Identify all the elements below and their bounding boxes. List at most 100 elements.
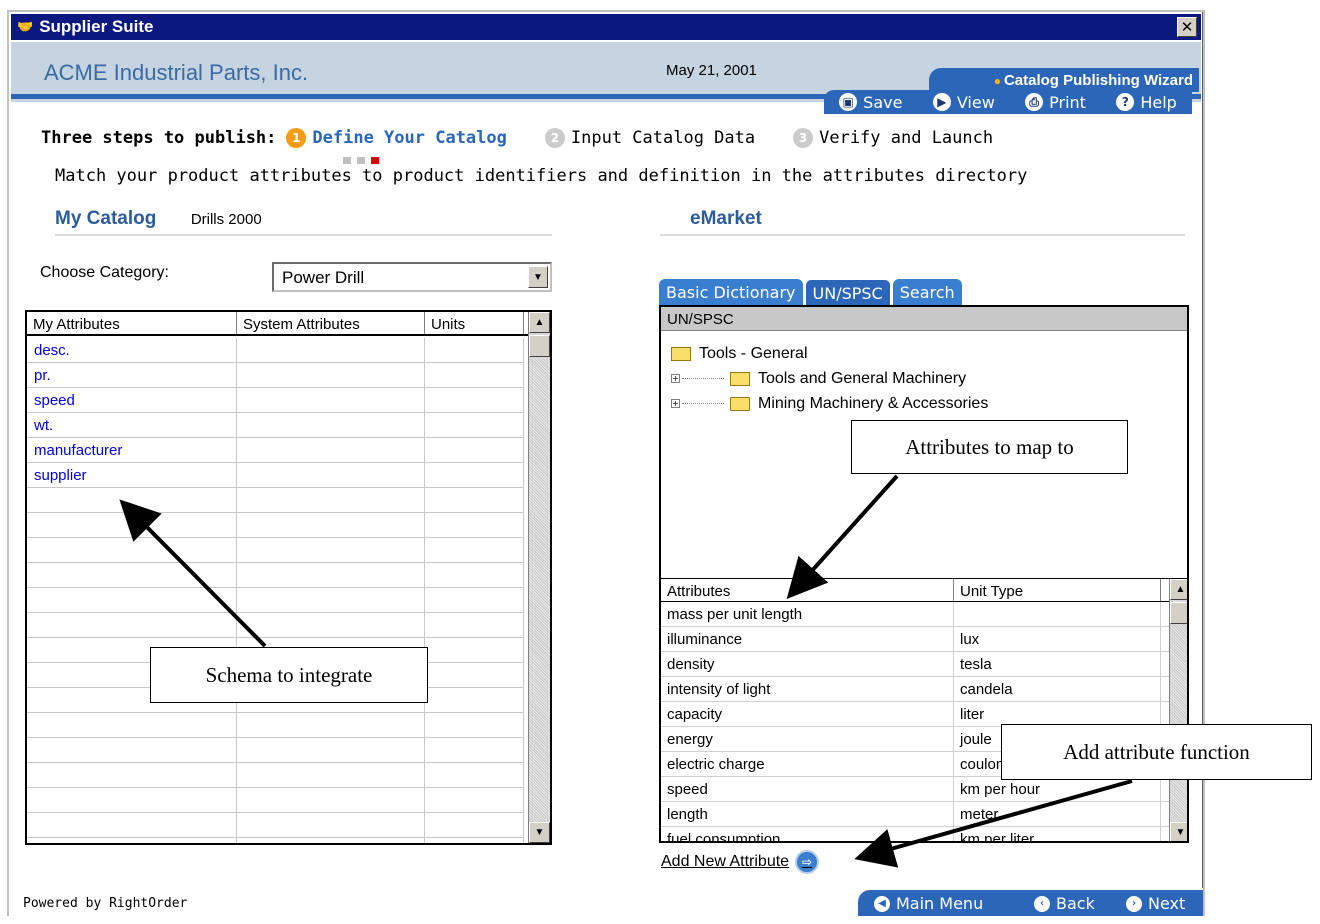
main-menu-button[interactable]: ◀ Main Menu [874,894,983,913]
system-attribute-cell[interactable] [237,338,425,362]
unit-type: tesla [954,652,1161,676]
footer: Powered by RightOrder ◀ Main Menu ‹ Back ›… [9,888,1203,916]
step-input-data[interactable]: 2 Input Catalog Data [544,128,755,148]
units-cell[interactable] [425,388,524,412]
table-row[interactable]: fuel consumption km per liter [661,827,1187,841]
empty-row[interactable] [27,538,524,563]
empty-row[interactable] [27,613,524,638]
attributes-scrollbar[interactable]: ▲ ▼ [1169,579,1187,841]
units-cell[interactable] [425,438,524,462]
scroll-up-icon[interactable]: ▲ [1170,579,1187,600]
scroll-down-icon[interactable]: ▼ [529,822,550,843]
expand-icon[interactable]: + [671,374,680,383]
system-attribute-cell[interactable] [237,388,425,412]
tree-node[interactable]: + Mining Machinery & Accessories [671,391,988,416]
units-cell[interactable] [425,463,524,487]
steps-lead: Three steps to publish: [41,128,277,148]
step-verify-launch[interactable]: 3 Verify and Launch [793,128,993,148]
print-icon: ⎙ [1025,93,1044,111]
help-button[interactable]: ? Help [1116,92,1177,112]
attribute-name[interactable]: pr. [27,363,237,387]
units-cell[interactable] [425,413,524,437]
table-row[interactable]: intensity of light candela [661,677,1187,702]
tab-search[interactable]: Search [892,279,962,307]
table-row[interactable]: wt. [27,413,524,438]
table-row[interactable]: illuminance lux [661,627,1187,652]
empty-row[interactable] [27,488,524,513]
category-select[interactable]: Power Drill ▼ [272,262,552,292]
step-define-catalog[interactable]: 1 Define Your Catalog [286,128,507,148]
step-3-label: Verify and Launch [819,128,994,148]
close-button[interactable]: ✕ [1177,17,1197,37]
units-cell[interactable] [425,363,524,387]
system-attribute-cell[interactable] [237,363,425,387]
tab-unspsc[interactable]: UN/SPSC [804,279,891,307]
column-header[interactable]: Units [425,312,524,334]
empty-row[interactable] [27,813,524,838]
my-catalog-header: My Catalog Drills 2000 [55,208,552,236]
column-header[interactable]: System Attributes [237,312,425,334]
tree-root[interactable]: Tools - General [671,341,988,366]
progress-dot [357,157,365,164]
system-attribute-cell[interactable] [237,463,425,487]
attribute-name[interactable]: wt. [27,413,237,437]
table-row[interactable]: density tesla [661,652,1187,677]
column-header[interactable]: Attributes [661,579,954,601]
empty-row[interactable] [27,588,524,613]
column-header[interactable]: My Attributes [27,312,237,334]
table-row[interactable]: manufacturer [27,438,524,463]
tree-node[interactable]: + Tools and General Machinery [671,366,988,391]
add-attribute-icon[interactable]: ⇨ [795,850,820,874]
scroll-down-icon[interactable]: ▼ [1170,822,1187,841]
tree-connector [682,403,724,404]
category-tree: Tools - General + Tools and General Mach… [671,341,988,416]
empty-row[interactable] [27,713,524,738]
unit-type: meter [954,802,1161,826]
view-button[interactable]: ▶ View [932,92,995,112]
expand-icon[interactable]: + [671,399,680,408]
empty-row[interactable] [27,563,524,588]
table-row[interactable]: supplier [27,463,524,488]
emarket-title: eMarket [690,208,762,229]
save-icon: ▣ [839,93,858,111]
empty-row[interactable] [27,788,524,813]
units-cell[interactable] [425,338,524,362]
scroll-up-icon[interactable]: ▲ [529,312,550,333]
tab-basic-dictionary[interactable]: Basic Dictionary [659,279,803,307]
system-attribute-cell[interactable] [237,438,425,462]
folder-icon [671,346,691,361]
table-row[interactable]: speed km per hour [661,777,1187,802]
attribute-name[interactable]: speed [27,388,237,412]
dropdown-arrow-icon[interactable]: ▼ [528,266,548,288]
progress-dot-current [371,157,379,164]
empty-row[interactable] [27,513,524,538]
empty-row[interactable] [27,738,524,763]
table-row[interactable]: mass per unit length [661,602,1187,627]
print-button[interactable]: ⎙ Print [1025,93,1086,112]
attribute-name[interactable]: supplier [27,463,237,487]
table-row[interactable]: desc. [27,338,524,363]
window-title: Supplier Suite [39,17,154,36]
system-attribute-cell[interactable] [237,413,425,437]
scroll-thumb[interactable] [1170,602,1187,624]
help-label: Help [1140,92,1177,112]
next-button[interactable]: › Next [1126,894,1185,913]
table-row[interactable]: speed [27,388,524,413]
empty-row[interactable] [27,763,524,788]
save-button[interactable]: ▣ Save [839,93,902,112]
attribute-name[interactable]: manufacturer [27,438,237,462]
empty-row[interactable] [27,838,524,843]
add-attribute-link[interactable]: Add New Attribute ⇨ [661,850,820,874]
attributes-rows: mass per unit length illuminance lux dens… [661,602,1187,841]
table-row[interactable]: length meter [661,802,1187,827]
scroll-thumb[interactable] [529,335,550,357]
view-icon: ▶ [932,93,951,111]
grid-scrollbar[interactable]: ▲ ▼ [528,312,550,843]
wizard-title: Catalog Publishing Wizard [1003,72,1193,89]
print-label: Print [1049,92,1086,112]
column-header[interactable]: Unit Type [954,579,1161,601]
table-row[interactable]: pr. [27,363,524,388]
back-button[interactable]: ‹ Back [1034,894,1095,913]
view-label: View [956,92,995,112]
attribute-name[interactable]: desc. [27,338,237,362]
